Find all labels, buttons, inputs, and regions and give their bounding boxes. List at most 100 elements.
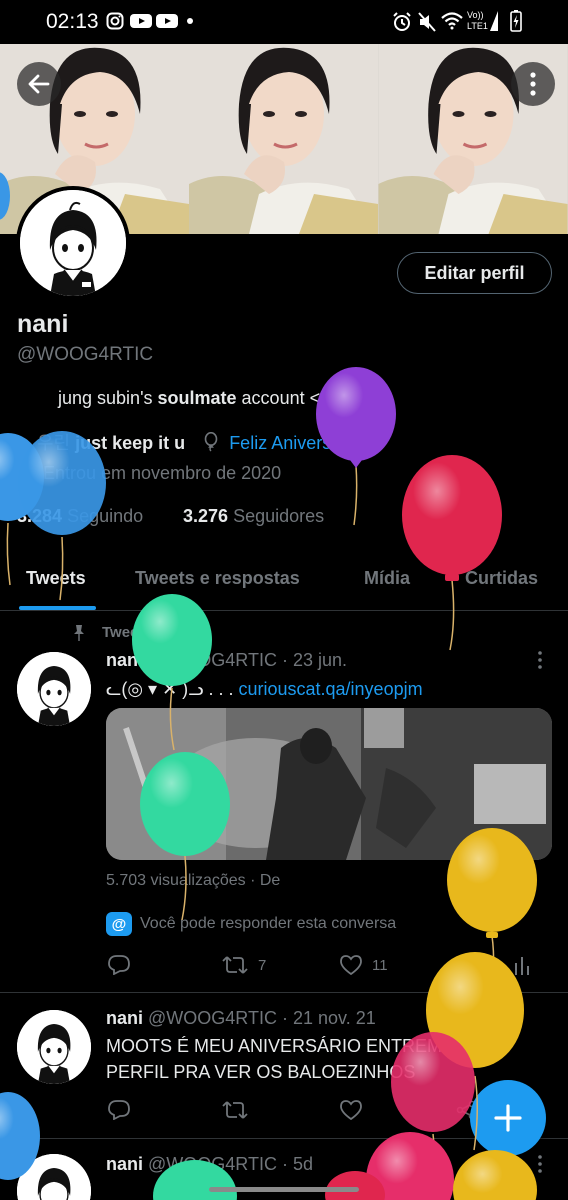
battery-charging-icon (510, 10, 522, 32)
tweet-header: nani @WOOG4RTIC · 23 jun. (106, 650, 347, 671)
profile-name: nani (17, 310, 69, 338)
status-time: 02:13 (46, 10, 99, 33)
network-label-top: Vo)) (467, 10, 484, 20)
followers-count: 3.276 (183, 506, 229, 526)
youtube-icon (156, 14, 178, 28)
bio-text: jung subin's (58, 388, 158, 408)
wifi-icon (441, 12, 463, 30)
analytics-button[interactable] (514, 955, 530, 975)
location-prefix: 우린 (37, 433, 76, 453)
tweet-author-name[interactable]: nani (106, 1154, 143, 1174)
volte-icon: Vo)) LTE1 (467, 10, 488, 32)
tabs-divider (0, 610, 568, 611)
profile-meta: 우린 just keep it u Feliz Aniversário! (17, 429, 366, 457)
tweet-link[interactable]: curiouscat.qa/inyeopjm (238, 679, 422, 699)
reply-permission-note: @ Você pode responder esta conversa (106, 912, 396, 936)
more-options-button[interactable] (511, 62, 555, 106)
alarm-icon (393, 12, 411, 31)
balloon (402, 455, 502, 651)
views-suffix: · De (250, 872, 281, 889)
tweet-text: MOOTS É MEU ANIVERSÁRIO ENTREM NO PERFIL… (106, 1036, 475, 1082)
tweet-views: 5.703 visualizações · De (106, 872, 280, 890)
banner-photo (189, 44, 378, 234)
share-icon (456, 955, 476, 975)
location-icon (17, 438, 29, 451)
retweet-count: 7 (258, 956, 267, 974)
instagram-icon (106, 12, 124, 30)
youtube-icon (130, 14, 152, 28)
followers-link[interactable]: 3.276 Seguidores (183, 506, 324, 527)
like-button[interactable]: 11 (340, 955, 388, 975)
tweet-date[interactable]: · 23 jun. (282, 650, 347, 670)
balloon (453, 1150, 537, 1200)
tweet-avatar[interactable] (17, 1010, 91, 1084)
analytics-icon (515, 957, 529, 975)
tweet-header: nani @WOOG4RTIC · 21 nov. 21 (106, 1008, 376, 1029)
profile-avatar[interactable] (16, 186, 130, 300)
tweet-media[interactable] (106, 708, 552, 860)
tweet-text: ᓚ(◎ ▾ ✕ )ᓗ . . . curiouscat.qa/inyeopjm (106, 676, 423, 702)
tab-tweets[interactable]: Tweets (26, 568, 86, 589)
tab-tweets-replies[interactable]: Tweets e respostas (135, 568, 300, 589)
bio-bold: soulmate (157, 388, 237, 408)
views-count: 5.703 visualizações (106, 872, 246, 889)
tweet-author-name[interactable]: nani (106, 1008, 143, 1028)
network-label-bottom: LTE1 (467, 21, 488, 31)
tweet-avatar[interactable] (17, 1154, 91, 1200)
compose-tweet-button[interactable] (470, 1080, 546, 1156)
reply-button[interactable] (108, 955, 130, 975)
tweet-more-icon[interactable] (532, 1154, 548, 1174)
tweet-author-name[interactable]: nani (106, 650, 143, 670)
reply-button[interactable] (108, 1100, 130, 1120)
following-count: 3.284 (17, 506, 63, 526)
at-icon: @ (106, 912, 132, 936)
pinned-label: Tweet Fixado (72, 624, 196, 641)
like-button[interactable] (340, 1100, 362, 1120)
tab-media[interactable]: Mídia (364, 568, 410, 589)
status-bar: 02:13 Vo)) LTE1 (0, 0, 568, 44)
dot-icon (187, 18, 193, 24)
like-count: 11 (372, 956, 388, 974)
profile-handle: @WOOG4RTIC (17, 344, 154, 365)
retweet-icon (222, 956, 248, 974)
tab-likes[interactable]: Curtidas (465, 568, 538, 589)
retweet-icon (222, 1101, 248, 1119)
tweet-avatar[interactable] (17, 652, 91, 726)
signal-icon (490, 11, 498, 31)
tweet-date[interactable]: · 5d (282, 1154, 313, 1174)
bio-text-end: account <3 (236, 388, 331, 408)
tweet-more-icon[interactable] (532, 650, 548, 670)
back-button[interactable] (17, 62, 61, 106)
reply-icon (108, 955, 130, 975)
plus-icon (494, 1104, 522, 1132)
heart-icon (340, 955, 362, 975)
calendar-icon (17, 466, 33, 482)
following-link[interactable]: 3.284 Seguindo (17, 506, 143, 527)
tweet-author-handle[interactable]: @WOOG4RTIC (148, 650, 277, 670)
balloon (325, 1171, 385, 1200)
tweet-author-handle[interactable]: @WOOG4RTIC (148, 1154, 277, 1174)
system-home-indicator[interactable] (209, 1187, 359, 1192)
reply-icon (108, 1100, 130, 1120)
tweet-divider (0, 992, 568, 993)
retweet-button[interactable] (222, 1100, 248, 1120)
heart-icon (340, 1100, 362, 1120)
birthday-link[interactable]: Feliz Aniversário! (229, 433, 366, 453)
profile-bio: jung subin's soulmate account <3 (58, 388, 330, 409)
following-label: Seguindo (67, 506, 144, 526)
tweet-header: nani @WOOG4RTIC · 5d (106, 1154, 313, 1175)
share-button[interactable] (456, 955, 476, 975)
tweet-date[interactable]: · 21 nov. 21 (282, 1008, 376, 1028)
pin-icon (74, 624, 84, 641)
arrow-left-icon (28, 74, 50, 94)
tweet-text-prefix: ᓚ(◎ ▾ ✕ )ᓗ . . . (106, 679, 239, 699)
retweet-button[interactable]: 7 (222, 955, 266, 975)
profile-joined: Entrou em novembro de 2020 (17, 463, 281, 484)
joined-text: Entrou em novembro de 2020 (43, 463, 282, 483)
balloon-icon (204, 431, 218, 457)
pinned-text: Tweet Fixado (102, 624, 196, 641)
tweet-author-handle[interactable]: @WOOG4RTIC (148, 1008, 277, 1028)
edit-profile-button[interactable]: Editar perfil (397, 252, 552, 294)
mute-icon (418, 12, 436, 32)
followers-label: Seguidores (233, 506, 325, 526)
